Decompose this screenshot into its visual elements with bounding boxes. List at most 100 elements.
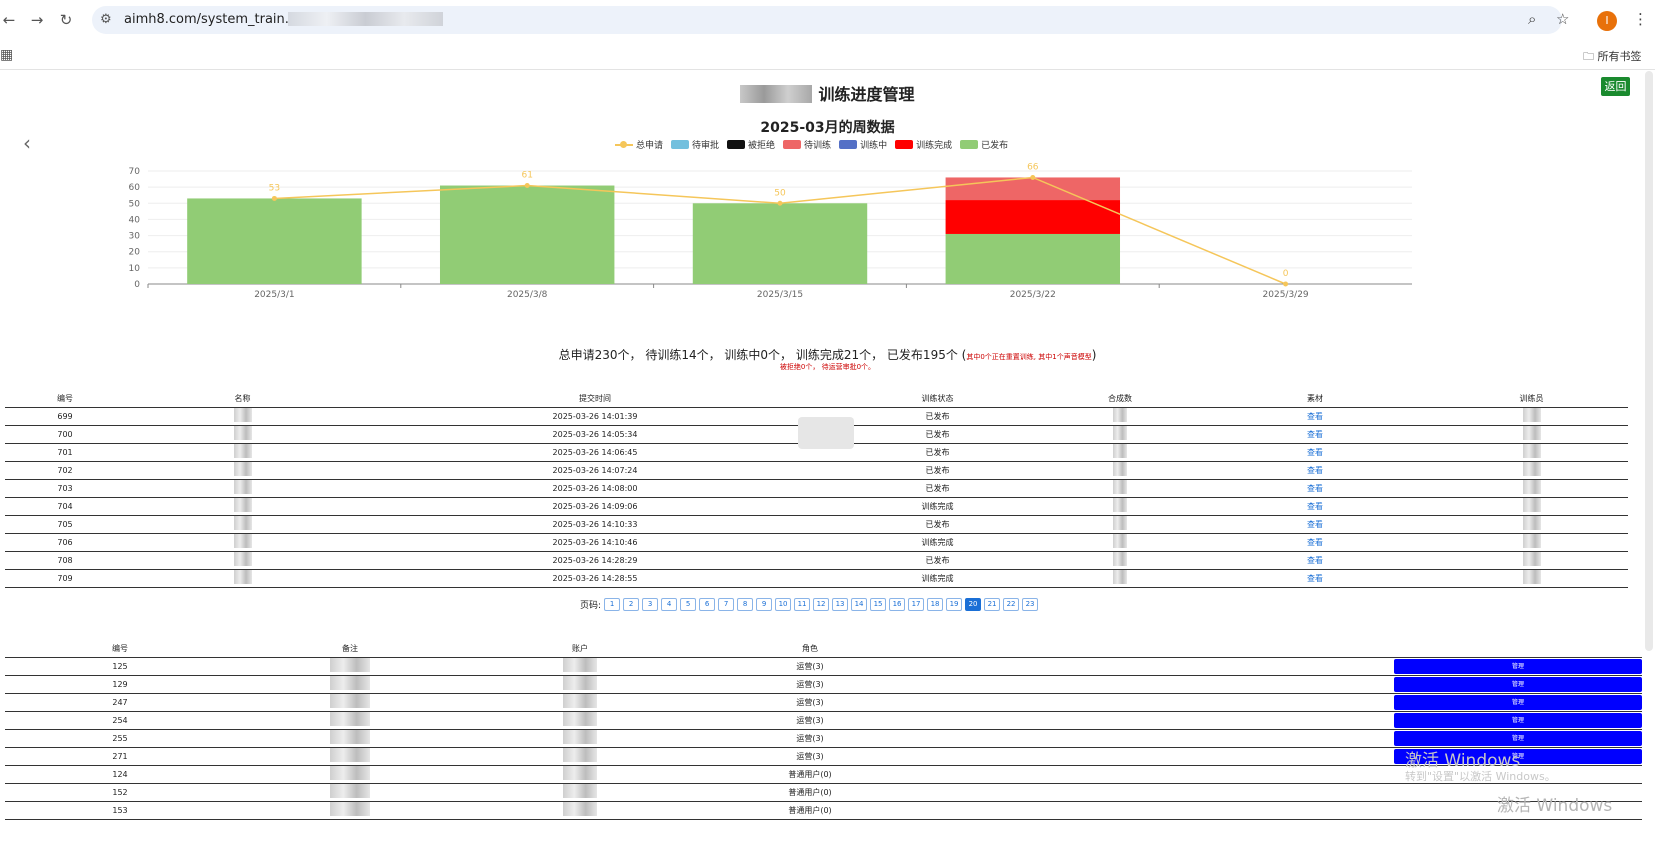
cell-trainer-redacted (1435, 425, 1628, 444)
page-button[interactable]: 15 (870, 598, 887, 611)
cell-time: 2025-03-26 14:06:45 (360, 443, 830, 462)
profile-avatar[interactable]: I (1597, 11, 1617, 31)
view-link[interactable]: 查看 (1195, 497, 1435, 516)
legend-item[interactable]: 被拒绝 (727, 138, 775, 151)
view-link[interactable]: 查看 (1195, 551, 1435, 570)
table-row: 705 2025-03-26 14:10:33 已发布 查看 (5, 515, 1628, 534)
zoom-icon[interactable]: ⌕ (1528, 10, 1536, 28)
page-button[interactable]: 23 (1022, 598, 1039, 611)
legend-item[interactable]: 总申请 (615, 138, 663, 151)
cell-id: 124 (5, 765, 235, 784)
page-button[interactable]: 13 (832, 598, 849, 611)
page-button[interactable]: 5 (680, 598, 697, 611)
cell-time: 2025-03-26 14:10:46 (360, 533, 830, 552)
cell-id: 704 (5, 497, 125, 516)
page-button[interactable]: 21 (984, 598, 1001, 611)
legend-item[interactable]: 已发布 (960, 138, 1008, 151)
page-button[interactable]: 6 (699, 598, 716, 611)
cell-status: 已发布 (830, 461, 1045, 480)
address-bar[interactable]: ⚙ aimh8.com/system_train.htm (92, 6, 1562, 34)
cell-name-redacted (125, 515, 360, 534)
summary-note: 其中0个正在重置训练, 其中1个声音模型 (966, 353, 1092, 361)
page-button[interactable]: 14 (851, 598, 868, 611)
page-button[interactable]: 3 (642, 598, 659, 611)
reload-icon[interactable]: ↻ (57, 11, 75, 29)
bar-segment (187, 198, 362, 284)
page-title: 训练进度管理 (0, 81, 1655, 105)
page-button[interactable]: 7 (718, 598, 735, 611)
legend-swatch (895, 140, 914, 149)
cell-remark-redacted (235, 711, 465, 730)
table-header: 编号 (5, 391, 125, 408)
cell-id: 255 (5, 729, 235, 748)
page-button[interactable]: 22 (1003, 598, 1020, 611)
chart-legend: 总申请 待审批 被拒绝 待训练 训练中 训练完成 已发布 (615, 138, 1008, 151)
page-button[interactable]: 20 (965, 598, 982, 611)
cell-remark-redacted (235, 747, 465, 766)
view-link[interactable]: 查看 (1195, 425, 1435, 444)
title-redacted (740, 85, 813, 103)
view-link[interactable]: 查看 (1195, 479, 1435, 498)
legend-item[interactable]: 训练中 (839, 138, 887, 151)
cell-role: 运营(3) (695, 693, 925, 712)
page-button[interactable]: 10 (775, 598, 792, 611)
y-tick-label: 20 (129, 248, 141, 258)
back-button[interactable]: 返回 (1601, 77, 1630, 96)
apps-grid-icon[interactable]: ▦ (0, 47, 13, 63)
view-link[interactable]: 查看 (1195, 515, 1435, 534)
url-text: aimh8.com/system_train.htm (124, 12, 315, 27)
cell-action: 管理 (925, 657, 1642, 676)
manage-button[interactable]: 管理 (1394, 730, 1642, 746)
y-tick-label: 0 (134, 280, 140, 290)
cell-name-redacted (125, 461, 360, 480)
forward-arrow-icon[interactable]: → (28, 11, 46, 29)
legend-item[interactable]: 待训练 (783, 138, 831, 151)
cell-trainer-redacted (1435, 497, 1628, 516)
legend-item[interactable]: 待审批 (671, 138, 719, 151)
page-button[interactable]: 8 (737, 598, 754, 611)
view-link[interactable]: 查看 (1195, 407, 1435, 426)
page-button[interactable]: 9 (756, 598, 773, 611)
back-arrow-icon[interactable]: ← (0, 11, 18, 29)
page-button[interactable]: 17 (908, 598, 925, 611)
manage-button[interactable]: 管理 (1394, 712, 1642, 728)
view-link[interactable]: 查看 (1195, 443, 1435, 462)
cell-action: 管理 (925, 729, 1642, 748)
cell-remark-redacted (235, 693, 465, 712)
manage-button[interactable]: 管理 (1394, 676, 1642, 692)
all-bookmarks[interactable]: 🗀 所有书签 (1583, 48, 1642, 67)
cell-account-redacted (465, 675, 695, 694)
page-button[interactable]: 19 (946, 598, 963, 611)
page-button[interactable]: 11 (794, 598, 811, 611)
bookmark-star-icon[interactable]: ☆ (1556, 10, 1569, 28)
cell-id: 705 (5, 515, 125, 534)
page-button[interactable]: 18 (927, 598, 944, 611)
view-link[interactable]: 查看 (1195, 461, 1435, 480)
page-button[interactable]: 2 (623, 598, 640, 611)
manage-button[interactable]: 管理 (1394, 658, 1642, 674)
page-button[interactable]: 4 (661, 598, 678, 611)
cell-name-redacted (125, 497, 360, 516)
cell-count-redacted (1045, 533, 1195, 552)
pagination: 页码: 1 2 3 4 5 6 7 8 9 10 11 12 13 14 15 16 17 18 19 20 21 22 2… (580, 598, 1039, 611)
cell-id: 153 (5, 801, 235, 820)
cell-action: 管理 (925, 693, 1642, 712)
table-header: 提交时间 (360, 391, 830, 408)
cell-trainer-redacted (1435, 515, 1628, 534)
menu-icon[interactable]: ⋮ (1633, 10, 1648, 28)
site-info-icon[interactable]: ⚙ (100, 12, 112, 27)
table-row: 704 2025-03-26 14:09:06 训练完成 查看 (5, 497, 1628, 516)
cell-account-redacted (465, 765, 695, 784)
view-link[interactable]: 查看 (1195, 569, 1435, 588)
page-button[interactable]: 16 (889, 598, 906, 611)
cell-status: 已发布 (830, 479, 1045, 498)
page-button[interactable]: 1 (604, 598, 621, 611)
x-tick-label: 2025/3/29 (1263, 290, 1309, 300)
table-header: 名称 (125, 391, 360, 408)
page-button[interactable]: 12 (813, 598, 830, 611)
data-label: 0 (1283, 269, 1289, 279)
legend-item[interactable]: 训练完成 (895, 138, 952, 151)
view-link[interactable]: 查看 (1195, 533, 1435, 552)
data-label: 61 (521, 171, 532, 181)
manage-button[interactable]: 管理 (1394, 694, 1642, 710)
